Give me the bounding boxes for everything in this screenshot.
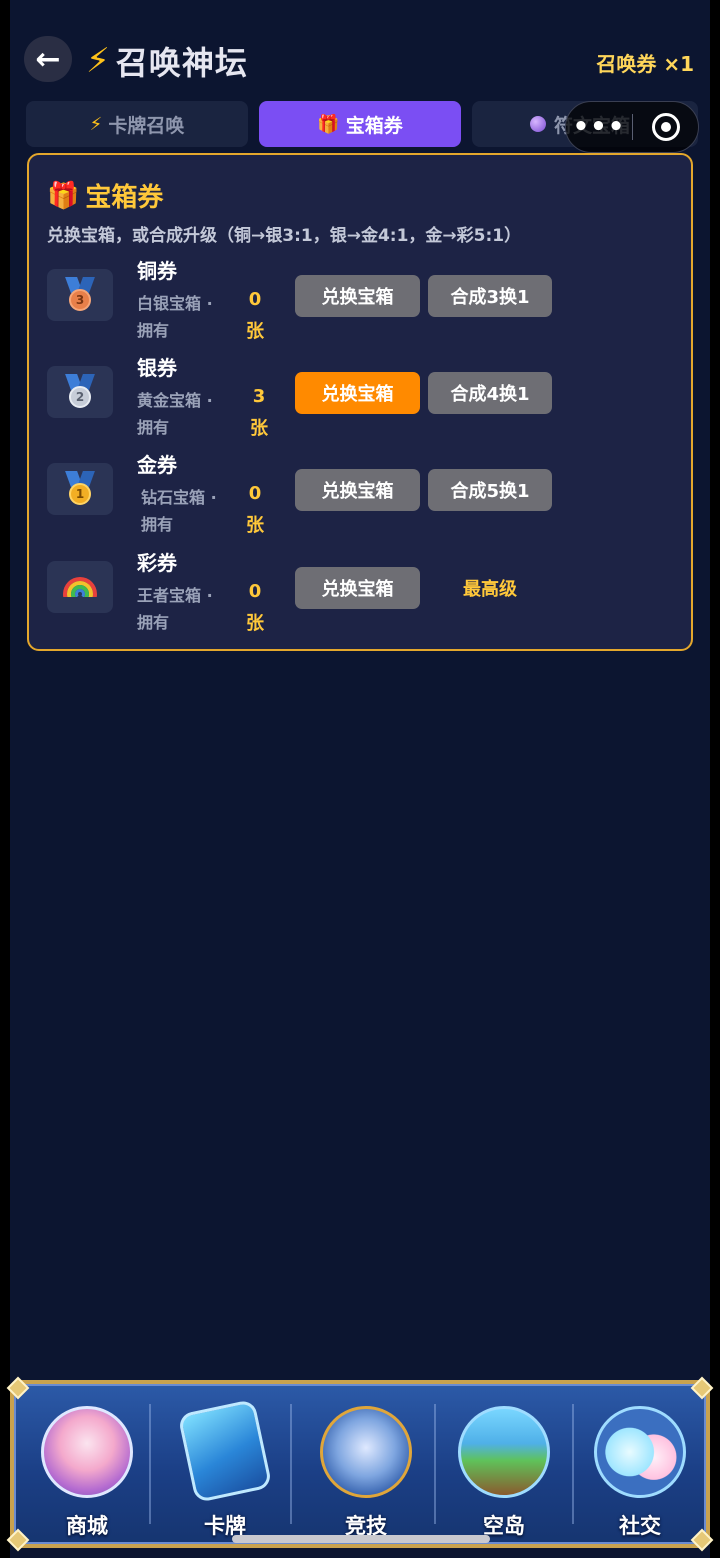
- ticket-name: 铜券: [137, 259, 177, 283]
- quantity-unit: 张: [250, 418, 268, 439]
- nav-label: 空岛: [483, 1514, 525, 1538]
- owned-quantity: 0: [248, 483, 262, 504]
- header: ← ⚡ 召唤神坛 召唤券 ×1: [24, 36, 700, 86]
- silver-medal-icon: 2: [47, 366, 113, 418]
- home-indicator[interactable]: [232, 1535, 490, 1543]
- max-level-label: 最高级: [463, 579, 517, 600]
- medal-rank: 2: [69, 386, 91, 408]
- screen-edge-left: [0, 0, 10, 1558]
- nav-item-shop[interactable]: 商城: [24, 1384, 150, 1544]
- reward-chest-name: 王者宝箱 ·: [137, 586, 213, 605]
- tab-label: 宝箱券: [345, 114, 403, 137]
- lightning-icon: ⚡: [86, 41, 110, 81]
- medal-rank: 3: [69, 289, 91, 311]
- owned-label: 拥有: [141, 515, 174, 534]
- bottom-nav: 商城 卡牌 竞技 空岛 社交: [6, 1376, 714, 1552]
- nav-divider: [149, 1404, 151, 1524]
- nav-divider: [290, 1404, 292, 1524]
- chest-ticket-panel: 🎁 宝箱券 兑换宝箱，或合成升级（铜→银3:1，银→金4:1，金→彩5:1） 3…: [27, 153, 693, 651]
- owned-label: 拥有: [137, 321, 170, 340]
- owned-quantity: 3: [252, 386, 266, 407]
- ticket-row-rainbow: 彩券 王者宝箱 · 拥有 0 张 兑换宝箱 最高级: [45, 547, 685, 637]
- nav-item-cards[interactable]: 卡牌: [160, 1384, 290, 1544]
- bronze-medal-icon: 3: [47, 269, 113, 321]
- ticket-row-gold: 1 金券 钻石宝箱 · 拥有 0 张 兑换宝箱 合成5换1: [45, 449, 685, 539]
- tab-label: 卡牌召唤: [108, 114, 185, 137]
- page-title-group: ⚡ 召唤神坛: [86, 38, 248, 84]
- island-icon: [458, 1406, 550, 1498]
- owned-quantity: 0: [248, 581, 262, 602]
- merge-button[interactable]: 合成5换1: [428, 469, 552, 511]
- social-icon: [594, 1406, 686, 1498]
- nav-label: 商城: [66, 1514, 108, 1538]
- medal-rank: 1: [69, 483, 91, 505]
- ticket-name: 彩券: [137, 551, 177, 575]
- summon-ticket-count: 召唤券 ×1: [596, 52, 694, 76]
- screen-edge-right: [710, 0, 720, 1558]
- page-title: 召唤神坛: [115, 44, 248, 82]
- ticket-row-bronze: 3 铜券 白银宝箱 · 拥有 0 张 兑换宝箱 合成3换1: [45, 255, 685, 345]
- reward-chest-name: 钻石宝箱 ·: [141, 488, 217, 507]
- lightning-icon: ⚡: [89, 113, 103, 135]
- merge-button[interactable]: 合成4换1: [428, 372, 552, 414]
- back-button[interactable]: ←: [24, 36, 72, 82]
- merge-button[interactable]: 合成3换1: [428, 275, 552, 317]
- owned-label: 拥有: [137, 613, 170, 632]
- owned-label: 拥有: [137, 418, 170, 437]
- ticket-name: 银券: [137, 356, 177, 380]
- more-options-button[interactable]: •••: [566, 112, 632, 142]
- gold-medal-icon: 1: [47, 463, 113, 515]
- nav-label: 社交: [619, 1514, 661, 1538]
- tab-card-summon[interactable]: ⚡ 卡牌召唤: [26, 101, 248, 147]
- swords-icon: [320, 1406, 412, 1498]
- gift-icon: 🎁: [317, 113, 340, 135]
- crystal-ball-icon: [530, 116, 546, 132]
- close-miniprogram-button[interactable]: [633, 113, 698, 141]
- reward-chest-name: 白银宝箱 ·: [137, 294, 213, 313]
- panel-title: 宝箱券: [85, 183, 164, 213]
- nav-item-social[interactable]: 社交: [574, 1384, 706, 1544]
- ticket-name: 金券: [137, 453, 177, 477]
- quantity-unit: 张: [246, 321, 264, 342]
- quantity-unit: 张: [246, 515, 264, 536]
- back-arrow-icon: ←: [35, 41, 61, 77]
- exchange-chest-button[interactable]: 兑换宝箱: [295, 275, 420, 317]
- exchange-chest-button[interactable]: 兑换宝箱: [295, 469, 420, 511]
- nav-item-sky-island[interactable]: 空岛: [436, 1384, 572, 1544]
- miniprogram-capsule: •••: [565, 101, 699, 153]
- panel-header: 🎁 宝箱券: [47, 177, 163, 214]
- owned-quantity: 0: [248, 289, 262, 310]
- reward-chest-name: 黄金宝箱 ·: [137, 391, 213, 410]
- tab-chest-ticket[interactable]: 🎁 宝箱券: [259, 101, 461, 147]
- shop-icon: [41, 1406, 133, 1498]
- target-icon: [651, 113, 680, 141]
- exchange-chest-button[interactable]: 兑换宝箱: [295, 372, 420, 414]
- quantity-unit: 张: [246, 613, 264, 634]
- gift-icon: 🎁: [47, 180, 80, 211]
- ticket-row-silver: 2 银券 黄金宝箱 · 拥有 3 张 兑换宝箱 合成4换1: [45, 352, 685, 442]
- rainbow-icon: [47, 561, 113, 613]
- panel-description: 兑换宝箱，或合成升级（铜→银3:1，银→金4:1，金→彩5:1）: [47, 226, 522, 246]
- exchange-chest-button[interactable]: 兑换宝箱: [295, 567, 420, 609]
- card-icon: [177, 1398, 273, 1504]
- nav-item-arena[interactable]: 竞技: [298, 1384, 434, 1544]
